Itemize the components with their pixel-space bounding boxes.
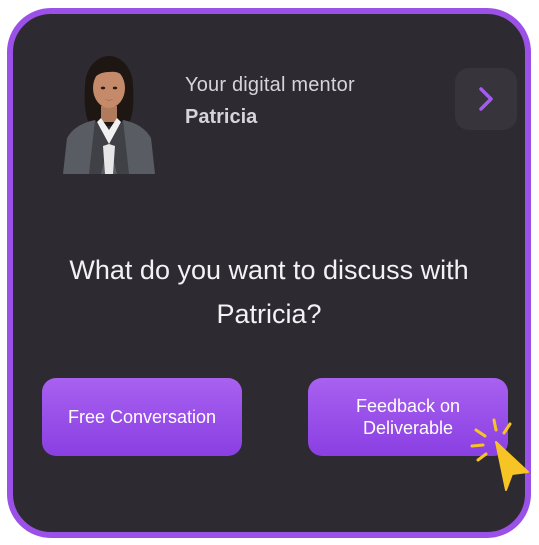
prompt-line-1: What do you want to discuss with [69, 255, 469, 285]
feedback-label-line-1: Feedback on [355, 396, 461, 416]
prompt-line-2: Patricia? [216, 299, 322, 329]
discussion-prompt: What do you want to discuss with Patrici… [13, 248, 525, 336]
free-conversation-button[interactable]: Free Conversation [42, 378, 242, 456]
mentor-avatar [49, 46, 167, 174]
next-button[interactable] [455, 68, 517, 130]
feedback-label-line-2: Deliverable [362, 418, 454, 438]
mentor-card: Your digital mentor Patricia What do you… [7, 8, 531, 538]
chevron-right-icon [479, 87, 493, 111]
page: Your digital mentor Patricia What do you… [0, 0, 539, 545]
mentor-name: Patricia [185, 106, 258, 128]
free-conversation-label: Free Conversation [67, 407, 217, 427]
feedback-on-deliverable-button[interactable]: Feedback on Deliverable [308, 378, 508, 456]
mentor-subtitle: Your digital mentor [185, 74, 355, 96]
